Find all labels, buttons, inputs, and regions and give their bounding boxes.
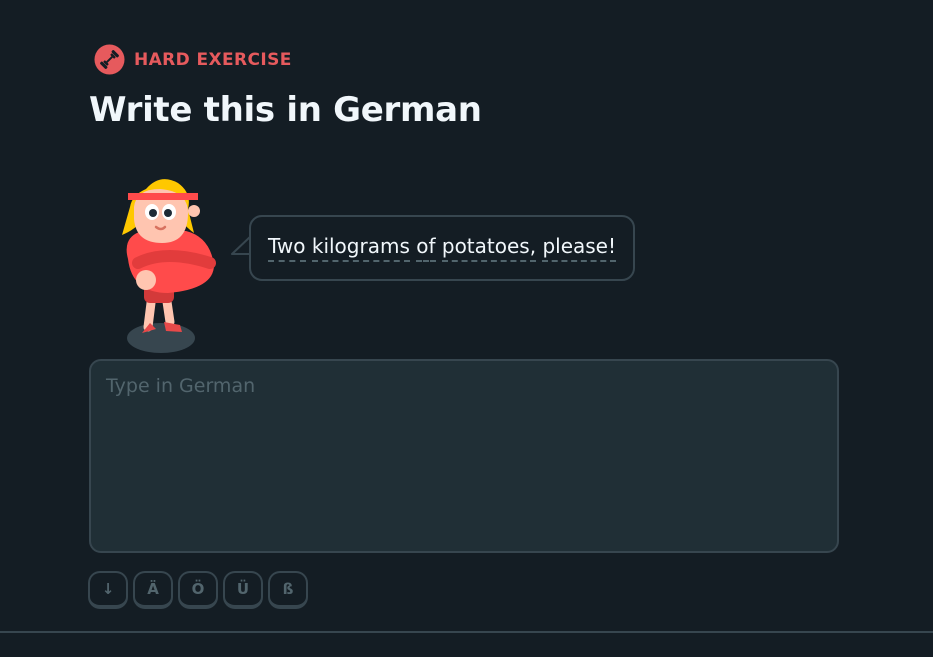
footer-divider	[0, 631, 933, 633]
prompt-sentence: Two kilograms of potatoes, please!	[268, 234, 616, 262]
character-illustration	[122, 179, 216, 353]
collapse-keys-button[interactable]: ↓	[88, 571, 128, 609]
page-title: Write this in German	[89, 90, 482, 130]
exercise-page: HARD EXERCISE Write this in German Two k…	[0, 0, 933, 657]
exercise-badge: HARD EXERCISE	[94, 44, 292, 75]
prompt-word[interactable]: potatoes,	[441, 234, 537, 262]
prompt-word[interactable]: please!	[542, 234, 616, 262]
speech-bubble: Two kilograms of potatoes, please!	[249, 215, 635, 281]
exercise-badge-label: HARD EXERCISE	[134, 49, 292, 70]
key-o-umlaut[interactable]: Ö	[178, 571, 218, 609]
prompt-word[interactable]: kilograms	[311, 234, 410, 262]
answer-input[interactable]	[89, 359, 839, 553]
prompt-word[interactable]: of	[416, 234, 436, 262]
key-u-umlaut[interactable]: Ü	[223, 571, 263, 609]
prompt-word[interactable]: Two	[268, 234, 306, 262]
key-eszett[interactable]: ß	[268, 571, 308, 609]
special-character-keys: ↓ Ä Ö Ü ß	[88, 571, 308, 609]
key-a-umlaut[interactable]: Ä	[133, 571, 173, 609]
dumbbell-icon	[94, 44, 125, 75]
